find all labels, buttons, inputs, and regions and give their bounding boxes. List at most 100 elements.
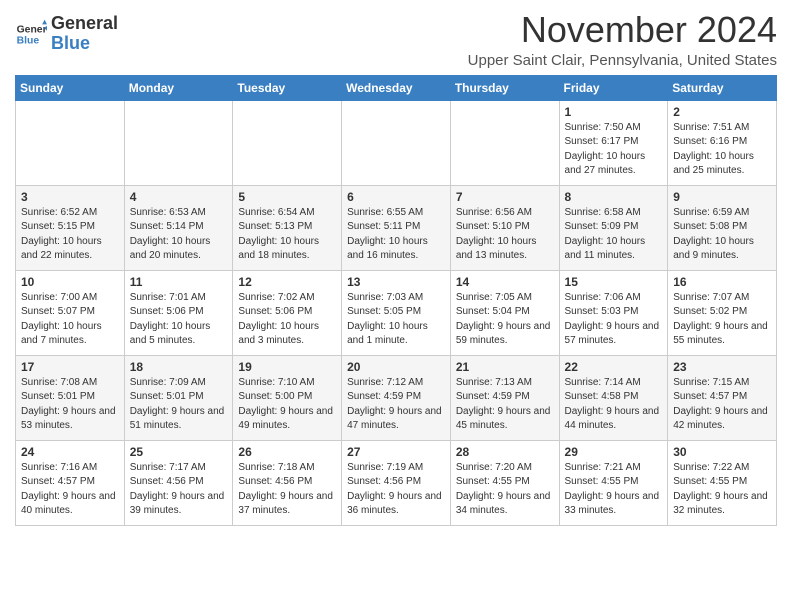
calendar-cell: 28 Sunrise: 7:20 AM Sunset: 4:55 PM Dayli… [450,440,559,525]
day-info: Sunrise: 6:53 AM Sunset: 5:14 PM Dayligh… [130,206,228,264]
calendar-cell: 18 Sunrise: 7:09 AM Sunset: 5:01 PM Dayli… [124,355,233,440]
day-number: 24 [21,445,119,459]
calendar-cell: 10 Sunrise: 7:00 AM Sunset: 5:07 PM Dayli… [16,270,125,355]
day-number: 4 [130,190,228,204]
calendar-cell: 5 Sunrise: 6:54 AM Sunset: 5:13 PM Daylig… [233,185,342,270]
calendar-week-row: 17Sunrise: 7:08 AM Sunset: 5:01 PM Dayli… [16,355,777,440]
calendar-header-row: SundayMondayTuesdayWednesdayThursdayFrid… [16,75,777,100]
calendar-cell: 7 Sunrise: 6:56 AM Sunset: 5:10 PM Daylig… [450,185,559,270]
day-info: Sunrise: 7:15 AM Sunset: 4:57 PM Dayligh… [673,376,771,434]
day-number: 1 [565,105,663,119]
day-number: 19 [238,360,336,374]
calendar-cell [342,100,451,185]
page-header: General Blue General Blue November 2024 … [15,10,777,69]
day-info: Sunrise: 7:50 AM Sunset: 6:17 PM Dayligh… [565,121,663,179]
day-info: Sunrise: 6:56 AM Sunset: 5:10 PM Dayligh… [456,206,554,264]
day-info: Sunrise: 7:10 AM Sunset: 5:00 PM Dayligh… [238,376,336,434]
day-number: 15 [565,275,663,289]
calendar-cell: 14 Sunrise: 7:05 AM Sunset: 5:04 PM Dayli… [450,270,559,355]
calendar-cell: 15 Sunrise: 7:06 AM Sunset: 5:03 PM Dayli… [559,270,668,355]
calendar-week-row: 24 Sunrise: 7:16 AM Sunset: 4:57 PM Dayli… [16,440,777,525]
day-number: 29 [565,445,663,459]
day-info: Sunrise: 6:54 AM Sunset: 5:13 PM Dayligh… [238,206,336,264]
weekday-header: Tuesday [233,75,342,100]
weekday-header: Friday [559,75,668,100]
weekday-header: Thursday [450,75,559,100]
day-number: 5 [238,190,336,204]
svg-text:General: General [17,24,47,35]
month-title: November 2024 [468,10,777,50]
day-info: Sunrise: 7:18 AM Sunset: 4:56 PM Dayligh… [238,461,336,519]
day-info: Sunrise: 7:16 AM Sunset: 4:57 PM Dayligh… [21,461,119,519]
logo-text: General Blue [51,14,118,54]
day-number: 9 [673,190,771,204]
calendar-table: SundayMondayTuesdayWednesdayThursdayFrid… [15,75,777,526]
logo-icon: General Blue [15,18,47,50]
day-number: 22 [565,360,663,374]
calendar-cell: 11Sunrise: 7:01 AM Sunset: 5:06 PM Dayli… [124,270,233,355]
calendar-cell: 17Sunrise: 7:08 AM Sunset: 5:01 PM Dayli… [16,355,125,440]
calendar-cell: 4 Sunrise: 6:53 AM Sunset: 5:14 PM Daylig… [124,185,233,270]
day-number: 6 [347,190,445,204]
day-info: Sunrise: 7:00 AM Sunset: 5:07 PM Dayligh… [21,291,119,349]
calendar-cell [16,100,125,185]
day-info: Sunrise: 6:58 AM Sunset: 5:09 PM Dayligh… [565,206,663,264]
calendar-week-row: 3 Sunrise: 6:52 AM Sunset: 5:15 PM Daylig… [16,185,777,270]
calendar-cell: 24 Sunrise: 7:16 AM Sunset: 4:57 PM Dayli… [16,440,125,525]
day-number: 7 [456,190,554,204]
day-info: Sunrise: 6:59 AM Sunset: 5:08 PM Dayligh… [673,206,771,264]
calendar-cell: 20Sunrise: 7:12 AM Sunset: 4:59 PM Dayli… [342,355,451,440]
calendar-week-row: 1 Sunrise: 7:50 AM Sunset: 6:17 PM Daylig… [16,100,777,185]
day-number: 21 [456,360,554,374]
calendar-cell: 9 Sunrise: 6:59 AM Sunset: 5:08 PM Daylig… [668,185,777,270]
day-info: Sunrise: 7:13 AM Sunset: 4:59 PM Dayligh… [456,376,554,434]
day-number: 3 [21,190,119,204]
calendar-cell: 22 Sunrise: 7:14 AM Sunset: 4:58 PM Dayli… [559,355,668,440]
day-info: Sunrise: 7:22 AM Sunset: 4:55 PM Dayligh… [673,461,771,519]
day-number: 2 [673,105,771,119]
weekday-header: Saturday [668,75,777,100]
calendar-cell [124,100,233,185]
day-info: Sunrise: 7:06 AM Sunset: 5:03 PM Dayligh… [565,291,663,349]
day-number: 16 [673,275,771,289]
calendar-cell: 16Sunrise: 7:07 AM Sunset: 5:02 PM Dayli… [668,270,777,355]
day-number: 26 [238,445,336,459]
day-number: 14 [456,275,554,289]
day-info: Sunrise: 7:09 AM Sunset: 5:01 PM Dayligh… [130,376,228,434]
calendar-cell [450,100,559,185]
day-info: Sunrise: 7:20 AM Sunset: 4:55 PM Dayligh… [456,461,554,519]
calendar-cell: 19 Sunrise: 7:10 AM Sunset: 5:00 PM Dayli… [233,355,342,440]
day-number: 12 [238,275,336,289]
day-info: Sunrise: 7:05 AM Sunset: 5:04 PM Dayligh… [456,291,554,349]
day-info: Sunrise: 7:02 AM Sunset: 5:06 PM Dayligh… [238,291,336,349]
calendar-cell: 1 Sunrise: 7:50 AM Sunset: 6:17 PM Daylig… [559,100,668,185]
day-info: Sunrise: 7:19 AM Sunset: 4:56 PM Dayligh… [347,461,445,519]
day-number: 28 [456,445,554,459]
day-info: Sunrise: 7:21 AM Sunset: 4:55 PM Dayligh… [565,461,663,519]
day-number: 27 [347,445,445,459]
calendar-cell: 26 Sunrise: 7:18 AM Sunset: 4:56 PM Dayli… [233,440,342,525]
day-number: 10 [21,275,119,289]
calendar-cell: 27 Sunrise: 7:19 AM Sunset: 4:56 PM Dayli… [342,440,451,525]
day-number: 13 [347,275,445,289]
calendar-cell [233,100,342,185]
day-info: Sunrise: 7:17 AM Sunset: 4:56 PM Dayligh… [130,461,228,519]
day-number: 30 [673,445,771,459]
weekday-header: Sunday [16,75,125,100]
day-number: 17 [21,360,119,374]
calendar-cell: 30 Sunrise: 7:22 AM Sunset: 4:55 PM Dayli… [668,440,777,525]
day-number: 23 [673,360,771,374]
calendar-cell: 2 Sunrise: 7:51 AM Sunset: 6:16 PM Daylig… [668,100,777,185]
day-info: Sunrise: 7:51 AM Sunset: 6:16 PM Dayligh… [673,121,771,179]
calendar-cell: 13Sunrise: 7:03 AM Sunset: 5:05 PM Dayli… [342,270,451,355]
day-info: Sunrise: 7:14 AM Sunset: 4:58 PM Dayligh… [565,376,663,434]
day-info: Sunrise: 7:01 AM Sunset: 5:06 PM Dayligh… [130,291,228,349]
day-number: 18 [130,360,228,374]
day-number: 20 [347,360,445,374]
location-subtitle: Upper Saint Clair, Pennsylvania, United … [468,52,777,69]
calendar-cell: 12 Sunrise: 7:02 AM Sunset: 5:06 PM Dayli… [233,270,342,355]
day-info: Sunrise: 6:52 AM Sunset: 5:15 PM Dayligh… [21,206,119,264]
calendar-cell: 3 Sunrise: 6:52 AM Sunset: 5:15 PM Daylig… [16,185,125,270]
calendar-cell: 23 Sunrise: 7:15 AM Sunset: 4:57 PM Dayli… [668,355,777,440]
title-area: November 2024 Upper Saint Clair, Pennsyl… [468,10,777,69]
